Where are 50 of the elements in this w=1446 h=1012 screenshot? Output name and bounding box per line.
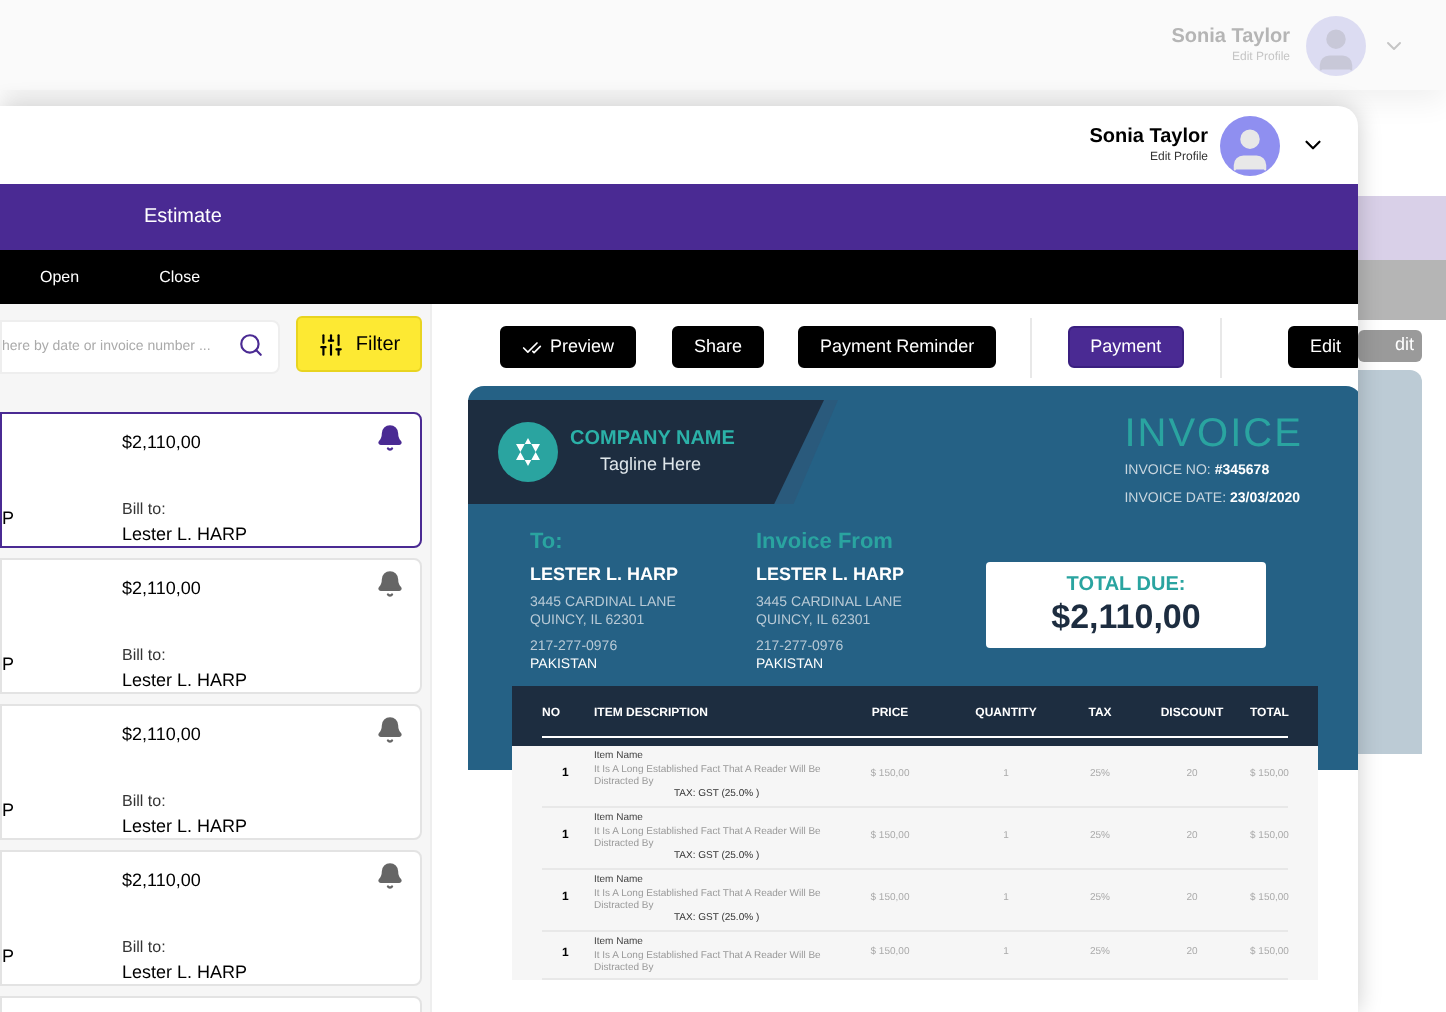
action-button[interactable]: Share <box>672 326 765 368</box>
star-icon <box>512 436 544 468</box>
total-due-amount: $2,110,00 <box>1051 597 1201 637</box>
bell-icon[interactable] <box>376 570 404 598</box>
invoice-amount: $2,110,00 <box>122 722 203 748</box>
status-tab[interactable]: Close <box>159 265 201 289</box>
party-heading: To: <box>530 528 565 556</box>
bill-to-name: Lester L. HARP <box>122 813 250 839</box>
bill-to-name: Lester L. HARP <box>122 959 250 985</box>
customer-name: P <box>2 505 17 531</box>
action-button[interactable]: Payment Reminder <box>798 326 997 368</box>
invoice-card[interactable]: P $2,110,00 Bill to: Lester L. HARP <box>0 558 422 694</box>
invoice-card[interactable]: P $2,110,00 Bill to: Lester L. HARP <box>0 704 422 840</box>
company-tagline: Tagline Here <box>598 452 704 476</box>
bill-to-label: Bill to: <box>122 935 168 959</box>
bill-to-label: Bill to: <box>122 643 168 667</box>
party-name: LESTER L. HARP <box>530 562 681 588</box>
bill-to-label: Bill to: <box>122 789 168 813</box>
avatar <box>1306 15 1366 75</box>
bell-icon[interactable] <box>376 862 404 890</box>
invoice-title: INVOICE <box>1124 412 1303 456</box>
nav-tab[interactable]: Estimate <box>144 202 222 232</box>
check-icon <box>522 337 542 357</box>
action-button[interactable]: Payment <box>1068 326 1184 368</box>
bell-icon[interactable] <box>376 716 404 744</box>
customer-name: P <box>2 943 17 969</box>
action-button[interactable]: Edit <box>1287 326 1358 368</box>
company-name: COMPANY NAME <box>570 428 735 452</box>
invoice-card[interactable]: P $2,110,00 Bill to: Lester L. HARP <box>0 412 422 548</box>
invoice-card[interactable]: P $2,110,00 Bill to: Lester L. HARP <box>0 850 422 986</box>
profile-name: Sonia Taylor <box>1171 25 1290 49</box>
bell-icon[interactable] <box>376 424 404 452</box>
profile-name: Sonia Taylor <box>1089 125 1208 149</box>
filter-button[interactable]: Filter <box>296 316 422 372</box>
total-due-label: TOTAL DUE: <box>1066 573 1186 597</box>
customer-name: P <box>2 651 17 677</box>
avatar <box>1220 115 1280 175</box>
invoice-amount: $2,110,00 <box>122 576 203 602</box>
action-button[interactable]: Preview <box>500 326 637 368</box>
invoice-amount: $2,110,00 <box>122 868 203 894</box>
status-tab[interactable]: Open <box>40 265 80 289</box>
customer-name: P <box>2 797 17 823</box>
search-icon <box>238 331 264 357</box>
party-heading: Invoice From <box>756 528 895 556</box>
sliders-icon <box>317 331 344 357</box>
party-name: LESTER L. HARP <box>756 562 907 588</box>
bill-to-name: Lester L. HARP <box>122 521 250 547</box>
bill-to-name: Lester L. HARP <box>122 667 250 693</box>
invoice-amount: $2,110,00 <box>122 430 203 456</box>
bill-to-label: Bill to: <box>122 497 168 521</box>
